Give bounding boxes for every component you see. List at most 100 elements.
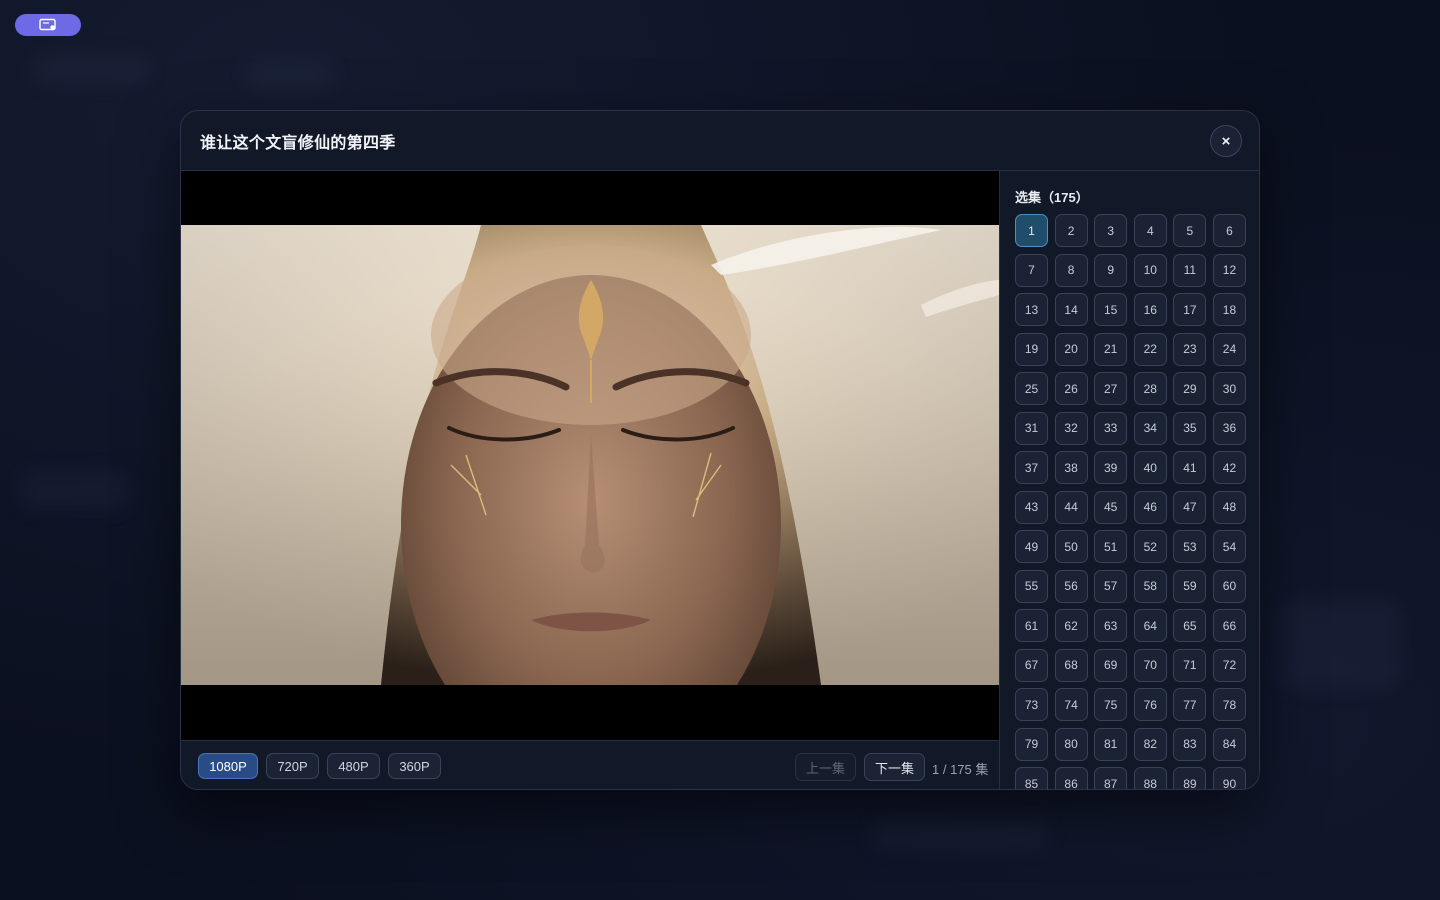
episode-button-80[interactable]: 80: [1054, 727, 1088, 761]
quality-480p-button[interactable]: 480P: [327, 753, 380, 779]
episode-button-48[interactable]: 48: [1212, 490, 1246, 524]
episode-button-43[interactable]: 43: [1015, 490, 1048, 524]
episode-button-25[interactable]: 25: [1015, 372, 1048, 405]
episode-button-10[interactable]: 10: [1133, 253, 1167, 287]
prev-episode-button[interactable]: 上一集: [795, 753, 856, 781]
episode-button-34[interactable]: 34: [1133, 411, 1167, 445]
episode-button-18[interactable]: 18: [1212, 293, 1246, 326]
episode-button-15[interactable]: 15: [1094, 293, 1128, 326]
episode-button-42[interactable]: 42: [1212, 451, 1246, 484]
episode-button-20[interactable]: 20: [1054, 332, 1088, 366]
episode-button-57[interactable]: 57: [1094, 569, 1128, 603]
episode-button-27[interactable]: 27: [1094, 372, 1128, 405]
episode-button-50[interactable]: 50: [1054, 530, 1088, 563]
episode-button-30[interactable]: 30: [1212, 372, 1246, 405]
episode-button-47[interactable]: 47: [1173, 490, 1207, 524]
episode-button-26[interactable]: 26: [1054, 372, 1088, 405]
app-badge[interactable]: [15, 14, 81, 36]
episode-button-60[interactable]: 60: [1212, 569, 1246, 603]
episode-button-83[interactable]: 83: [1173, 727, 1207, 761]
episode-button-73[interactable]: 73: [1015, 688, 1048, 721]
episode-button-63[interactable]: 63: [1094, 609, 1128, 642]
episode-button-79[interactable]: 79: [1015, 727, 1048, 761]
episode-button-37[interactable]: 37: [1015, 451, 1048, 484]
episode-button-16[interactable]: 16: [1133, 293, 1167, 326]
episode-button-2[interactable]: 2: [1054, 214, 1088, 247]
episode-button-7[interactable]: 7: [1015, 253, 1048, 287]
episode-button-24[interactable]: 24: [1212, 332, 1246, 366]
episode-button-77[interactable]: 77: [1173, 688, 1207, 721]
episode-button-55[interactable]: 55: [1015, 569, 1048, 603]
episode-button-62[interactable]: 62: [1054, 609, 1088, 642]
episode-button-36[interactable]: 36: [1212, 411, 1246, 445]
episode-button-58[interactable]: 58: [1133, 569, 1167, 603]
episode-button-44[interactable]: 44: [1054, 490, 1088, 524]
episode-button-90[interactable]: 90: [1212, 767, 1246, 789]
episode-button-14[interactable]: 14: [1054, 293, 1088, 326]
episode-button-51[interactable]: 51: [1094, 530, 1128, 563]
episode-button-41[interactable]: 41: [1173, 451, 1207, 484]
episode-button-75[interactable]: 75: [1094, 688, 1128, 721]
episode-button-67[interactable]: 67: [1015, 648, 1048, 682]
player-column: 1080P 720P 480P 360P 上一集 下一集 1 / 175 集: [181, 171, 999, 789]
episode-button-28[interactable]: 28: [1133, 372, 1167, 405]
episode-button-61[interactable]: 61: [1015, 609, 1048, 642]
episode-button-32[interactable]: 32: [1054, 411, 1088, 445]
episode-button-1[interactable]: 1: [1015, 214, 1048, 247]
episode-button-11[interactable]: 11: [1173, 253, 1207, 287]
episode-button-89[interactable]: 89: [1173, 767, 1207, 789]
episode-button-66[interactable]: 66: [1212, 609, 1246, 642]
episode-button-54[interactable]: 54: [1212, 530, 1246, 563]
episode-button-40[interactable]: 40: [1133, 451, 1167, 484]
episode-button-64[interactable]: 64: [1133, 609, 1167, 642]
episode-button-45[interactable]: 45: [1094, 490, 1128, 524]
episode-button-68[interactable]: 68: [1054, 648, 1088, 682]
episode-button-59[interactable]: 59: [1173, 569, 1207, 603]
next-episode-button[interactable]: 下一集: [864, 753, 925, 781]
close-button[interactable]: ×: [1210, 125, 1242, 157]
episode-button-49[interactable]: 49: [1015, 530, 1048, 563]
episode-button-29[interactable]: 29: [1173, 372, 1207, 405]
video-player[interactable]: [181, 171, 999, 740]
episode-button-23[interactable]: 23: [1173, 332, 1207, 366]
episode-button-33[interactable]: 33: [1094, 411, 1128, 445]
episode-button-12[interactable]: 12: [1212, 253, 1246, 287]
episode-button-19[interactable]: 19: [1015, 332, 1048, 366]
episode-button-5[interactable]: 5: [1173, 214, 1207, 247]
episode-button-4[interactable]: 4: [1133, 214, 1167, 247]
episode-button-22[interactable]: 22: [1133, 332, 1167, 366]
episode-button-85[interactable]: 85: [1015, 767, 1048, 789]
episode-button-71[interactable]: 71: [1173, 648, 1207, 682]
episode-button-86[interactable]: 86: [1054, 767, 1088, 789]
quality-720p-button[interactable]: 720P: [266, 753, 319, 779]
episode-button-46[interactable]: 46: [1133, 490, 1167, 524]
episode-button-69[interactable]: 69: [1094, 648, 1128, 682]
episode-button-65[interactable]: 65: [1173, 609, 1207, 642]
episode-button-76[interactable]: 76: [1133, 688, 1167, 721]
episode-button-74[interactable]: 74: [1054, 688, 1088, 721]
episode-button-31[interactable]: 31: [1015, 411, 1048, 445]
episode-button-52[interactable]: 52: [1133, 530, 1167, 563]
episode-button-84[interactable]: 84: [1212, 727, 1246, 761]
episode-button-17[interactable]: 17: [1173, 293, 1207, 326]
episode-button-6[interactable]: 6: [1212, 214, 1246, 247]
episode-button-39[interactable]: 39: [1094, 451, 1128, 484]
episode-button-13[interactable]: 13: [1015, 293, 1048, 326]
episode-button-8[interactable]: 8: [1054, 253, 1088, 287]
episode-button-78[interactable]: 78: [1212, 688, 1246, 721]
episode-button-9[interactable]: 9: [1094, 253, 1128, 287]
episode-button-53[interactable]: 53: [1173, 530, 1207, 563]
episode-button-72[interactable]: 72: [1212, 648, 1246, 682]
episode-button-21[interactable]: 21: [1094, 332, 1128, 366]
episode-button-82[interactable]: 82: [1133, 727, 1167, 761]
quality-360p-button[interactable]: 360P: [388, 753, 441, 779]
episode-button-56[interactable]: 56: [1054, 569, 1088, 603]
episode-button-38[interactable]: 38: [1054, 451, 1088, 484]
episode-button-88[interactable]: 88: [1133, 767, 1167, 789]
episode-button-35[interactable]: 35: [1173, 411, 1207, 445]
episode-button-81[interactable]: 81: [1094, 727, 1128, 761]
quality-1080p-button[interactable]: 1080P: [198, 753, 258, 779]
episode-button-3[interactable]: 3: [1094, 214, 1128, 247]
episode-button-87[interactable]: 87: [1094, 767, 1128, 789]
episode-button-70[interactable]: 70: [1133, 648, 1167, 682]
